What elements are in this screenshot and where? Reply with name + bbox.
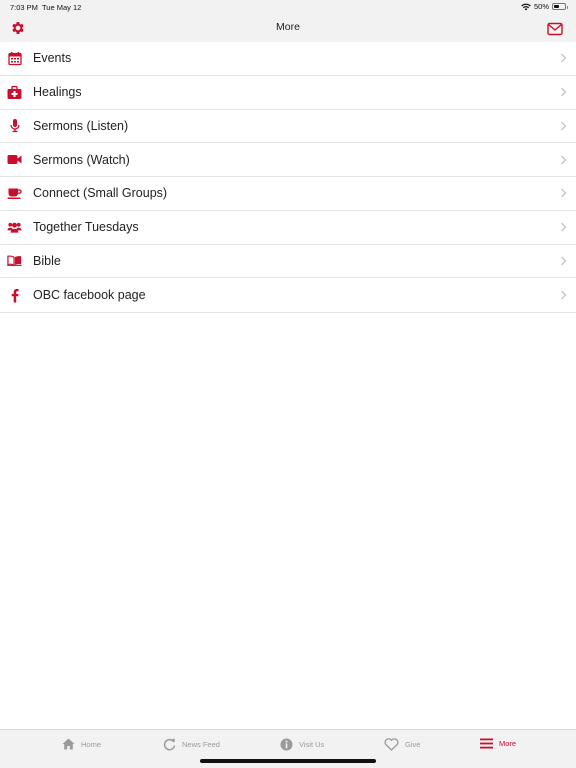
chevron-right-icon bbox=[561, 222, 567, 232]
heart-icon bbox=[384, 738, 399, 751]
menu-item-label: Together Tuesdays bbox=[33, 220, 139, 235]
menu-icon bbox=[480, 738, 493, 749]
envelope-icon[interactable] bbox=[547, 22, 563, 36]
menu-item-label: Sermons (Listen) bbox=[33, 118, 129, 133]
battery-icon bbox=[552, 3, 568, 10]
tab-news-feed[interactable]: News Feed bbox=[163, 738, 220, 751]
menu-item-together-tuesdays[interactable]: Together Tuesdays bbox=[0, 211, 576, 245]
menu-item-label: Connect (Small Groups) bbox=[33, 186, 168, 201]
chevron-right-icon bbox=[561, 188, 567, 198]
menu-item-events[interactable]: Events bbox=[0, 42, 576, 76]
wifi-icon bbox=[521, 3, 531, 10]
tab-label: Visit Us bbox=[299, 740, 325, 749]
menu-item-facebook[interactable]: OBC facebook page bbox=[0, 278, 576, 312]
home-indicator[interactable] bbox=[200, 759, 376, 763]
group-icon bbox=[7, 220, 22, 235]
microphone-icon bbox=[7, 118, 22, 133]
more-menu-list: Events Healings Sermons (Listen) Sermons… bbox=[0, 42, 576, 313]
menu-item-label: Sermons (Watch) bbox=[33, 152, 130, 167]
tab-label: News Feed bbox=[182, 740, 220, 749]
tab-visit-us[interactable]: Visit Us bbox=[280, 738, 324, 751]
page-title: More bbox=[276, 21, 300, 33]
chevron-right-icon bbox=[561, 256, 567, 266]
status-date: Tue May 12 bbox=[42, 3, 82, 12]
open-book-icon bbox=[7, 253, 22, 268]
tab-label: More bbox=[499, 739, 517, 748]
battery-percent: 50% bbox=[533, 2, 549, 11]
menu-item-bible[interactable]: Bible bbox=[0, 245, 576, 279]
calendar-icon bbox=[7, 51, 22, 66]
refresh-icon bbox=[163, 738, 176, 751]
status-time: 7:03 PM bbox=[10, 3, 38, 12]
chevron-right-icon bbox=[561, 87, 567, 97]
menu-item-sermons-listen[interactable]: Sermons (Listen) bbox=[0, 110, 576, 144]
menu-item-label: OBC facebook page bbox=[33, 288, 146, 303]
chevron-right-icon bbox=[561, 53, 567, 63]
chevron-right-icon bbox=[561, 290, 567, 300]
menu-item-sermons-watch[interactable]: Sermons (Watch) bbox=[0, 143, 576, 177]
video-camera-icon bbox=[7, 152, 22, 167]
tab-more[interactable]: More bbox=[480, 738, 516, 749]
tab-home[interactable]: Home bbox=[62, 738, 101, 750]
chevron-right-icon bbox=[561, 155, 567, 165]
menu-item-healings[interactable]: Healings bbox=[0, 76, 576, 110]
menu-item-connect[interactable]: Connect (Small Groups) bbox=[0, 177, 576, 211]
tab-label: Give bbox=[405, 740, 421, 749]
menu-item-label: Healings bbox=[33, 85, 82, 100]
chevron-right-icon bbox=[561, 121, 567, 131]
tab-give[interactable]: Give bbox=[384, 738, 420, 751]
home-icon bbox=[62, 738, 75, 750]
status-right: 50% bbox=[521, 2, 568, 11]
navigation-bar: More bbox=[0, 14, 576, 42]
menu-item-label: Events bbox=[33, 51, 72, 66]
tab-label: Home bbox=[81, 739, 102, 749]
coffee-cup-icon bbox=[7, 186, 22, 201]
menu-item-label: Bible bbox=[33, 253, 61, 268]
status-bar: 7:03 PM Tue May 12 50% bbox=[0, 0, 576, 14]
info-icon bbox=[280, 738, 293, 751]
first-aid-kit-icon bbox=[7, 85, 22, 100]
facebook-icon bbox=[7, 288, 22, 303]
